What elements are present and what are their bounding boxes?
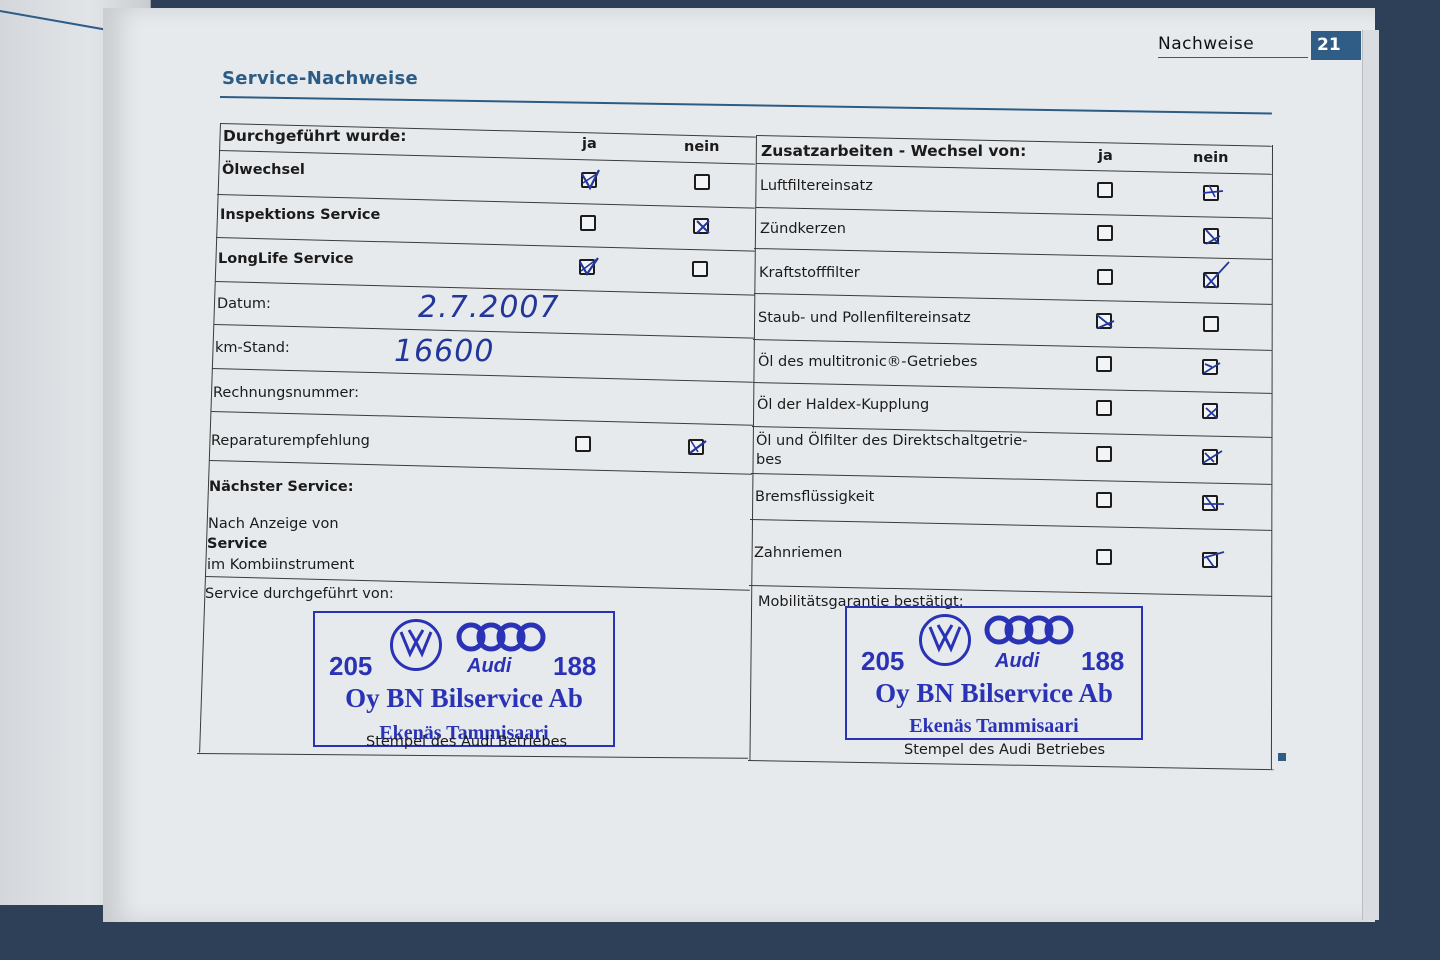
stamp-number-left: 205 — [329, 651, 373, 681]
checkbox-spark-plugs-yes[interactable] — [1097, 225, 1113, 241]
check-mark-icon — [1096, 314, 1115, 329]
checkbox-oil-change-no[interactable] — [694, 174, 710, 190]
service-page — [103, 8, 1375, 922]
audi-rings-icon — [984, 615, 1074, 645]
check-mark-icon — [1204, 496, 1224, 510]
repair-label: Reparaturempfehlung — [211, 433, 370, 449]
checkbox-timing-belt-no[interactable] — [1202, 551, 1225, 568]
stamp-brand: Audi — [995, 650, 1040, 672]
cross-mark-icon — [1205, 407, 1218, 419]
row-label-pollen-filter: Staub- und Pollenfiltereinsatz — [758, 310, 971, 326]
row-label-air-filter: Luftfiltereinsatz — [760, 178, 873, 194]
check-mark-icon — [1202, 450, 1223, 464]
checkbox-brake-fluid-yes[interactable] — [1096, 492, 1112, 508]
check-mark-icon — [581, 169, 600, 191]
page-title: Service-Nachweise — [222, 68, 419, 89]
row-label-brake-fluid: Bremsflüssigkeit — [755, 489, 875, 505]
check-mark-icon — [1203, 362, 1221, 374]
km-label: km-Stand: — [215, 340, 290, 356]
checkbox-fuel-filter-no[interactable] — [1203, 261, 1230, 289]
checkbox-multitronic-oil-yes[interactable] — [1096, 356, 1112, 372]
left-col-yes: ja — [582, 136, 597, 152]
checkbox-inspection-yes[interactable] — [580, 215, 596, 231]
checkbox-haldex-oil-yes[interactable] — [1096, 400, 1112, 416]
vw-logo-icon — [390, 619, 442, 671]
checkbox-air-filter-no[interactable] — [1202, 184, 1224, 201]
check-mark-icon — [1202, 551, 1225, 568]
checkbox-oil-change-yes[interactable] — [581, 169, 600, 191]
page-number: 21 — [1311, 31, 1361, 60]
checkbox-repair-no[interactable] — [688, 439, 707, 455]
row-label-dsg-oil: Öl und Ölfilter des Direktschaltgetrie- — [756, 433, 1028, 449]
page-edge — [1362, 30, 1379, 920]
right-col-yes: ja — [1098, 148, 1113, 164]
stamp-caption-left: Stempel des Audi Betriebes — [366, 734, 568, 750]
right-col-no: nein — [1193, 150, 1229, 166]
header-rule — [1158, 57, 1308, 58]
invoice-label: Rechnungsnummer: — [213, 385, 359, 401]
dealer-stamp-right: 205 Audi 188 Oy BN Bilservice Ab Ekenäs … — [845, 606, 1143, 740]
check-mark-icon — [689, 440, 707, 454]
check-mark-icon — [1205, 229, 1221, 245]
cross-mark-icon — [696, 220, 710, 234]
checkbox-multitronic-oil-no[interactable] — [1202, 359, 1221, 375]
checkbox-inspection-no[interactable] — [693, 218, 710, 234]
date-handwritten: 2.7.2007 — [418, 290, 560, 325]
vw-logo-icon — [919, 614, 971, 666]
row-label-oil-change: Ölwechsel — [222, 162, 305, 178]
dealer-stamp-left: 205 Audi 188 Oy BN Bilservice Ab Ekenäs … — [313, 611, 615, 747]
date-label: Datum: — [217, 296, 271, 312]
stamp-number-right: 188 — [1081, 646, 1125, 676]
checkbox-pollen-filter-no[interactable] — [1203, 316, 1219, 332]
checkbox-brake-fluid-no[interactable] — [1202, 495, 1224, 511]
checkbox-spark-plugs-no[interactable] — [1203, 228, 1221, 245]
row-label-inspection: Inspektions Service — [220, 207, 381, 223]
left-heading: Durchgeführt wurde: — [223, 127, 407, 145]
row-label-dsg-oil-cont: bes — [756, 452, 782, 468]
km-handwritten: 16600 — [394, 334, 495, 369]
check-mark-icon — [579, 257, 599, 277]
row-label-timing-belt: Zahnriemen — [754, 545, 843, 561]
checkbox-longlife-yes[interactable] — [579, 257, 599, 277]
check-mark-icon — [1202, 184, 1224, 198]
checkbox-fuel-filter-yes[interactable] — [1097, 269, 1113, 285]
stamp-caption-right: Stempel des Audi Betriebes — [904, 742, 1106, 758]
section-end-marker — [1278, 753, 1286, 761]
audi-rings-icon — [456, 622, 546, 652]
stamp-brand: Audi — [467, 655, 512, 677]
section-header: Nachweise — [1158, 34, 1255, 54]
stamp-company: Oy BN Bilservice Ab — [345, 683, 583, 713]
stamp-number-right: 188 — [553, 651, 597, 681]
stamp-company: Oy BN Bilservice Ab — [875, 678, 1113, 708]
checkbox-repair-yes[interactable] — [575, 436, 591, 452]
checkbox-air-filter-yes[interactable] — [1097, 182, 1113, 198]
row-label-multitronic-oil: Öl des multitronic®-Getriebes — [758, 354, 978, 370]
row-label-haldex-oil: Öl der Haldex-Kupplung — [757, 397, 930, 413]
right-heading: Zusatzarbeiten - Wechsel von: — [761, 142, 1027, 160]
next-service-label: Nächster Service: — [209, 479, 354, 495]
check-mark-icon — [1204, 261, 1230, 289]
performed-by-label: Service durchgeführt von: — [205, 586, 394, 602]
checkbox-pollen-filter-yes[interactable] — [1096, 313, 1115, 329]
next-service-line-3: im Kombiinstrument — [207, 557, 355, 573]
stamp-number-left: 205 — [861, 646, 905, 676]
row-label-spark-plugs: Zündkerzen — [760, 221, 847, 237]
checkbox-longlife-no[interactable] — [692, 261, 708, 277]
left-col-no: nein — [684, 139, 720, 155]
next-service-line-1: Nach Anzeige von — [208, 516, 339, 532]
next-service-line-2: Service — [207, 536, 268, 552]
checkbox-dsg-oil-yes[interactable] — [1096, 446, 1112, 462]
row-label-longlife: LongLife Service — [218, 251, 354, 267]
checkbox-dsg-oil-no[interactable] — [1202, 449, 1223, 465]
checkbox-timing-belt-yes[interactable] — [1096, 549, 1112, 565]
checkbox-haldex-oil-no[interactable] — [1202, 403, 1218, 419]
stamp-city: Ekenäs Tammisaari — [909, 715, 1079, 737]
row-label-fuel-filter: Kraftstofffilter — [759, 265, 860, 281]
